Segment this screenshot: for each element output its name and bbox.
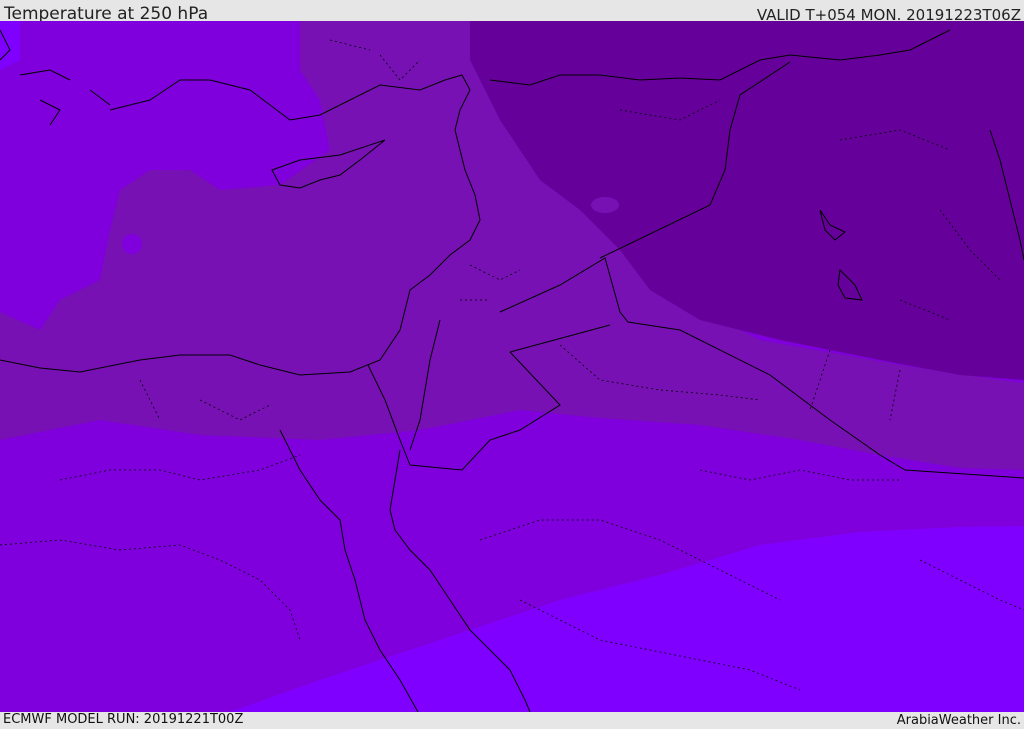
model-run-label: ECMWF MODEL RUN: 20191221T00Z — [3, 712, 244, 727]
temperature-patch — [591, 197, 619, 213]
credit-label: ArabiaWeather Inc. — [896, 713, 1021, 728]
temperature-patch — [122, 234, 142, 254]
temperature-patch — [38, 166, 86, 186]
temperature-map — [0, 21, 1024, 712]
